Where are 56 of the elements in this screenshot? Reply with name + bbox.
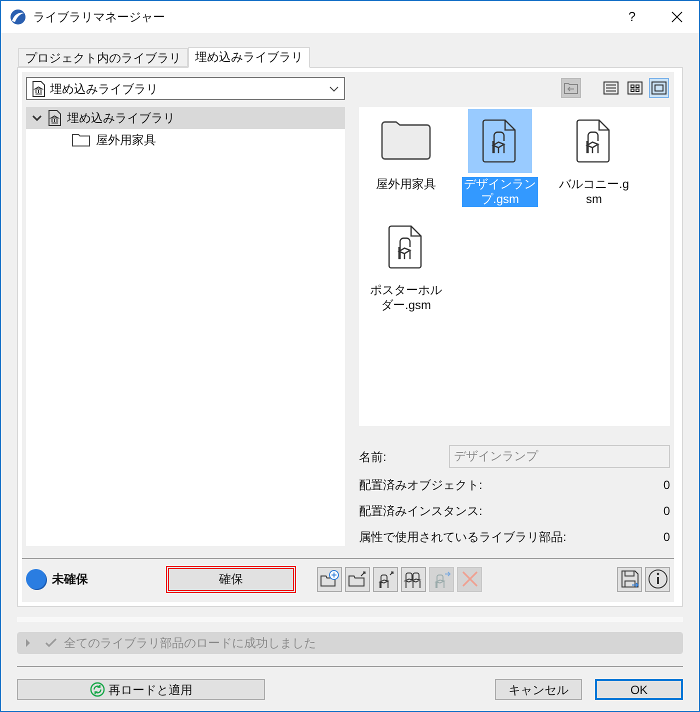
grid-view-icon	[627, 80, 643, 96]
item-label: 屋外用家具	[375, 176, 437, 192]
help-button[interactable]: ?	[609, 7, 655, 27]
folder-icon	[380, 121, 432, 160]
tab[interactable]: プロジェクト内のライブラリ	[18, 48, 188, 67]
tab[interactable]: 埋め込みライブラリ	[188, 47, 310, 68]
library-icon	[32, 80, 45, 96]
stat-value: 0	[663, 529, 670, 546]
item-label: バルコニー.gsm	[558, 176, 630, 207]
view-mode-button[interactable]	[649, 78, 669, 98]
item-label: デザインランプ.gsm	[462, 176, 538, 207]
refresh-icon	[90, 682, 104, 697]
chevron-icon	[329, 86, 339, 92]
folder-icon	[72, 133, 90, 147]
field-label: 名前:	[359, 448, 388, 466]
toolbar-button[interactable]	[401, 566, 426, 592]
folder-up-icon	[564, 82, 578, 94]
chair-file-icon	[576, 118, 612, 163]
cancel-button[interactable]: キャンセル	[495, 679, 582, 700]
window-title: ライブラリマネージャー	[33, 9, 165, 26]
list-view-icon	[603, 80, 619, 96]
tree-item[interactable]: 埋め込みライブラリ	[26, 107, 345, 129]
chair-file-icon	[482, 118, 518, 163]
check-icon	[45, 638, 57, 648]
toolbar-button[interactable]	[645, 566, 670, 592]
status-label: 未確保	[52, 571, 89, 588]
library-item[interactable]: ポスターホルダー.gsm	[359, 214, 453, 321]
ok-button[interactable]: OK	[595, 679, 683, 700]
info-icon	[646, 568, 668, 590]
message-text: 全てのライブラリ部品のロードに成功しました	[64, 635, 316, 652]
stat-label: 配置済みオブジェクト:	[359, 477, 482, 494]
toolbar-button[interactable]	[617, 566, 642, 592]
save-icon	[618, 568, 640, 590]
library-item[interactable]: バルコニー.gsm	[547, 108, 641, 215]
secure-button[interactable]: 確保	[166, 566, 296, 592]
close-icon[interactable]	[671, 11, 683, 23]
dropdown-value: 埋め込みライブラリ	[50, 80, 159, 98]
library-item[interactable]: 屋外用家具	[359, 108, 453, 215]
toolbar-button[interactable]	[373, 566, 398, 592]
reload-apply-button[interactable]: 再ロードと適用	[17, 679, 265, 700]
chevron-icon[interactable]	[32, 113, 42, 123]
stat-value: 0	[663, 503, 670, 520]
tree-label: 屋外用家具	[96, 132, 156, 149]
chair-file-icon	[388, 224, 424, 269]
stat-label: 配置済みインスタンス:	[359, 503, 482, 520]
app-logo-icon	[10, 9, 26, 25]
large-icon-view-icon	[651, 80, 667, 96]
tree-label: 埋め込みライブラリ	[67, 110, 175, 127]
library-dropdown[interactable]: 埋め込みライブラリ	[26, 77, 345, 100]
item-label: ポスターホルダー.gsm	[369, 282, 443, 313]
stat-value: 0	[663, 477, 670, 494]
tree-item[interactable]: 屋外用家具	[26, 129, 345, 151]
toolbar-button[interactable]	[345, 566, 370, 592]
stat-label: 属性で使用されているライブラリ部品:	[359, 529, 566, 546]
toolbar-button[interactable]	[317, 566, 342, 592]
library-icon	[48, 110, 61, 126]
